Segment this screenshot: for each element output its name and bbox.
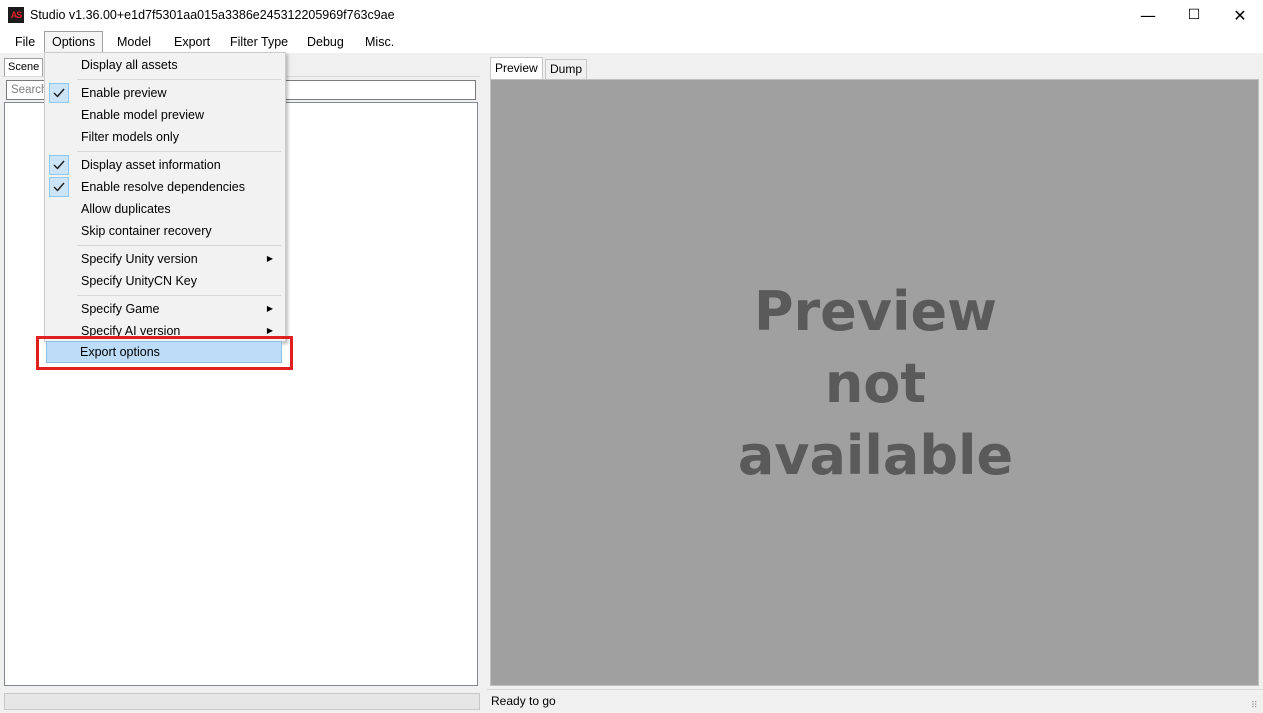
menu-debug[interactable]: Debug <box>300 31 351 53</box>
close-button[interactable]: ✕ <box>1217 0 1263 31</box>
minimize-button[interactable]: — <box>1125 0 1171 31</box>
tab-preview[interactable]: Preview <box>490 57 543 79</box>
menu-item-display-all-assets[interactable]: Display all assets <box>47 54 283 76</box>
menu-item-label: Enable preview <box>81 86 167 100</box>
menu-misc[interactable]: Misc. <box>358 31 401 53</box>
menu-item-specify-unity-version[interactable]: Specify Unity version ▶ <box>47 248 283 270</box>
menu-item-label: Display asset information <box>81 158 221 172</box>
horizontal-scrollbar[interactable] <box>4 693 480 710</box>
menu-item-specify-game[interactable]: Specify Game ▶ <box>47 298 283 320</box>
menu-item-label: Filter models only <box>81 130 179 144</box>
menu-separator <box>77 295 281 296</box>
preview-message-line-3: available <box>737 424 1014 487</box>
menu-item-label: Specify Game <box>81 302 160 316</box>
menu-item-enable-resolve-dependencies[interactable]: Enable resolve dependencies <box>47 176 283 198</box>
resize-grip-icon[interactable]: ⠿ <box>1251 701 1261 711</box>
annotation-highlight-box <box>36 336 293 370</box>
menu-item-allow-duplicates[interactable]: Allow duplicates <box>47 198 283 220</box>
preview-area: Preview not available <box>490 79 1259 686</box>
app-icon: AS <box>8 7 24 23</box>
checkmark-icon <box>49 155 69 175</box>
menu-model[interactable]: Model <box>110 31 158 53</box>
menu-separator <box>77 79 281 80</box>
status-text: Ready to go <box>491 694 556 708</box>
menu-item-specify-unitycn-key[interactable]: Specify UnityCN Key <box>47 270 283 292</box>
preview-message-line-2: not <box>824 352 927 415</box>
menu-separator <box>77 245 281 246</box>
options-dropdown-menu: Display all assets Enable preview Enable… <box>44 52 286 342</box>
menu-item-skip-container-recovery[interactable]: Skip container recovery <box>47 220 283 242</box>
menu-item-enable-preview[interactable]: Enable preview <box>47 82 283 104</box>
menu-bar: File Options Model Export Filter Type De… <box>0 31 1263 53</box>
preview-message-line-1: Preview <box>753 280 998 343</box>
checkmark-icon <box>49 83 69 103</box>
checkmark-icon <box>49 177 69 197</box>
submenu-arrow-icon: ▶ <box>266 254 273 263</box>
window-title: Studio v1.36.00+e1d7f5301aa015a3386e2453… <box>30 8 395 22</box>
menu-item-enable-model-preview[interactable]: Enable model preview <box>47 104 283 126</box>
menu-filter-type[interactable]: Filter Type <box>223 31 295 53</box>
menu-item-label: Specify UnityCN Key <box>81 274 198 288</box>
maximize-button[interactable]: ☐ <box>1171 0 1217 31</box>
menu-item-label: Allow duplicates <box>81 202 171 216</box>
tab-scene[interactable]: Scene <box>4 58 44 77</box>
status-bar: Ready to go ⠿ <box>487 689 1263 713</box>
menu-export[interactable]: Export <box>167 31 217 53</box>
menu-item-label: Skip container recovery <box>81 224 212 238</box>
menu-item-filter-models-only[interactable]: Filter models only <box>47 126 283 148</box>
menu-item-display-asset-information[interactable]: Display asset information <box>47 154 283 176</box>
menu-separator <box>77 151 281 152</box>
menu-item-label: Specify Unity version <box>81 252 198 266</box>
menu-item-label: Enable model preview <box>81 108 204 122</box>
tab-dump[interactable]: Dump <box>545 59 588 79</box>
preview-unavailable-message: Preview not available <box>491 276 1260 492</box>
menu-item-label: Display all assets <box>81 58 178 72</box>
menu-file[interactable]: File <box>8 31 42 53</box>
title-bar: AS Studio v1.36.00+e1d7f5301aa015a3386e2… <box>0 0 1263 31</box>
menu-options[interactable]: Options <box>44 31 104 53</box>
right-panel: Preview Dump Preview not available Ready… <box>487 55 1263 713</box>
menu-item-label: Enable resolve dependencies <box>81 180 246 194</box>
submenu-arrow-icon: ▶ <box>266 304 273 313</box>
